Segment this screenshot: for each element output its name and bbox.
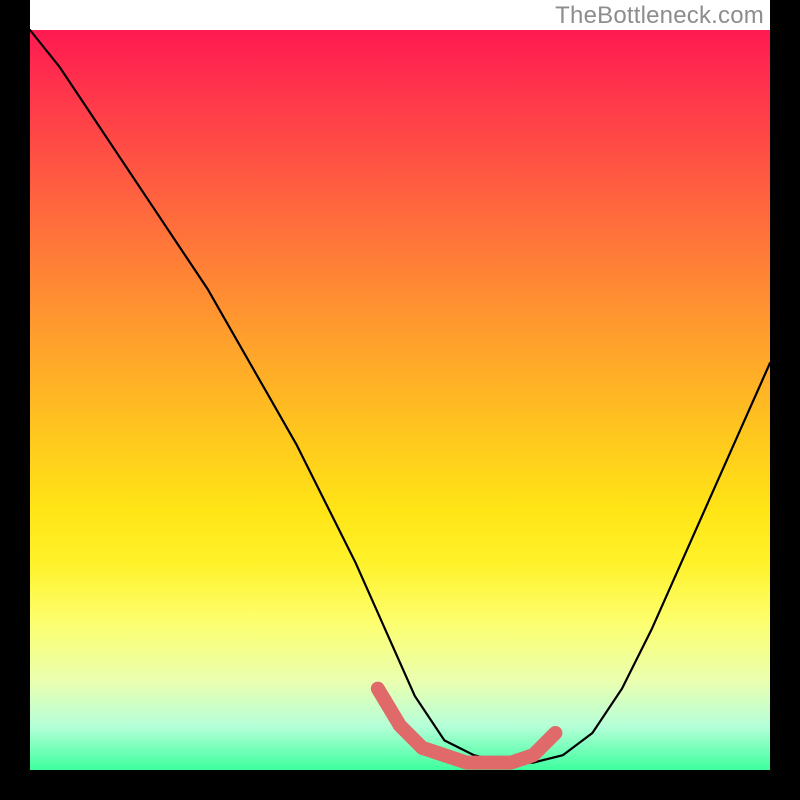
chart-svg bbox=[30, 30, 770, 770]
curve-line bbox=[30, 30, 770, 763]
chart-frame: TheBottleneck.com bbox=[0, 0, 800, 800]
watermark-text: TheBottleneck.com bbox=[555, 2, 764, 30]
plot-area bbox=[30, 30, 770, 770]
